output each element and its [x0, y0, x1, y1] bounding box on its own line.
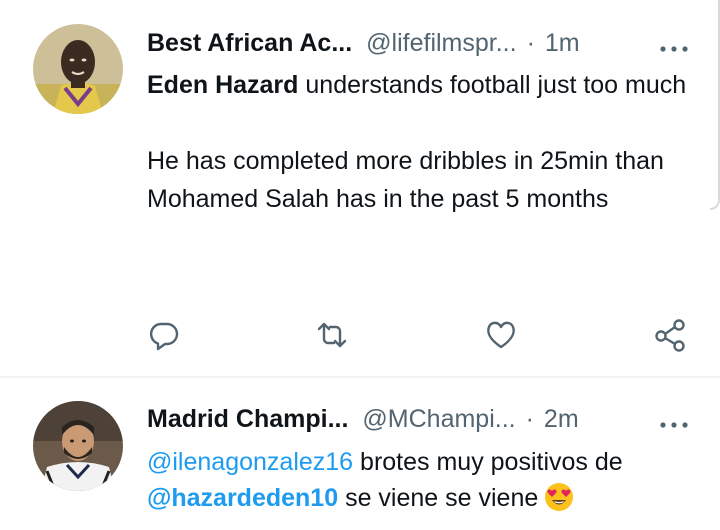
tweet-card[interactable]: Best African Ac... @lifefilmspr... · 1m …	[0, 0, 720, 378]
tweet-text: @ilenagonzalez16 brotes muy positivos de…	[147, 444, 692, 516]
tweet-header: Madrid Champi... @MChampi... · 2m	[147, 399, 690, 439]
user-handle[interactable]: @MChampi...	[362, 405, 515, 434]
more-icon[interactable]	[658, 411, 690, 428]
share-icon[interactable]	[652, 317, 688, 353]
tweet-actions	[0, 317, 720, 357]
reply-icon[interactable]	[146, 317, 182, 353]
avatar[interactable]	[33, 401, 123, 491]
bold-mention-name: Eden Hazard	[147, 71, 299, 99]
mention-link[interactable]: @ilenagonzalez16	[147, 448, 353, 476]
display-name[interactable]: Madrid Champi...	[147, 405, 348, 434]
mention-link[interactable]: @hazardeden10	[147, 484, 338, 512]
user-handle[interactable]: @lifefilmspr...	[366, 29, 516, 58]
like-icon[interactable]	[483, 317, 519, 353]
timestamp[interactable]: 1m	[545, 29, 580, 58]
more-icon[interactable]	[658, 35, 690, 52]
tweet-text-para2: He has completed more dribbles in 25min …	[147, 147, 664, 213]
timestamp[interactable]: 2m	[544, 405, 579, 434]
tweet-text-part2: se viene se viene	[338, 484, 539, 512]
avatar[interactable]	[33, 24, 123, 114]
tweet-text: Eden Hazard understands football just to…	[147, 66, 692, 218]
retweet-icon[interactable]	[314, 317, 350, 353]
tweet-text-part1: brotes muy positivos de	[353, 448, 623, 476]
separator-dot: ·	[525, 404, 534, 433]
heart-eyes-emoji	[544, 482, 574, 512]
separator-dot: ·	[526, 28, 535, 57]
tweet-header: Best African Ac... @lifefilmspr... · 1m	[147, 23, 690, 63]
tweet-card[interactable]: Madrid Champi... @MChampi... · 2m @ilena…	[0, 378, 720, 530]
display-name[interactable]: Best African Ac...	[147, 29, 352, 58]
tweet-text-line1: understands football just too much	[298, 71, 687, 99]
